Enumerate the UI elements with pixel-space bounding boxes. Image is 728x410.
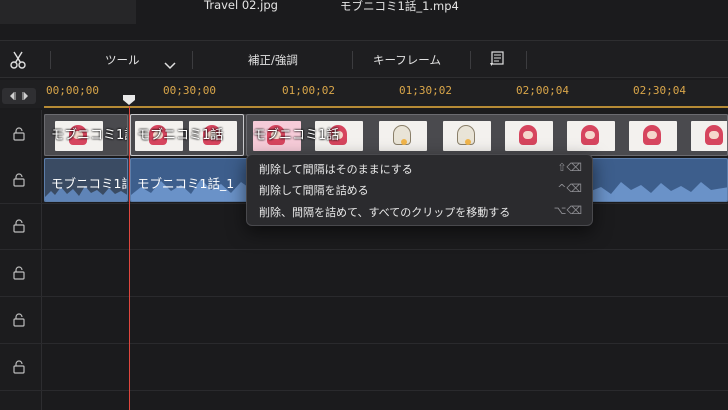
timeline-range-bar: [44, 106, 728, 108]
menu-item-shortcut: ⇧⌫: [557, 161, 582, 174]
audio-clip-title: モブニコミ1話: [51, 176, 128, 191]
video-clip[interactable]: モブニコミ1話: [246, 114, 728, 156]
media-name-video[interactable]: モブニコミ1話_1.mp4: [340, 0, 459, 14]
video-track: モブニコミ1話 モブニコミ1話 モブニコミ1話: [44, 114, 728, 156]
zoom-fit-button[interactable]: [2, 88, 36, 104]
clip-thumbnail: [567, 121, 615, 151]
delete-context-menu: 削除して間隔はそのままにする ⇧⌫ 削除して間隔を詰める ^⌫ 削除、間隔を詰め…: [246, 154, 593, 226]
timecode-label: 00;30;00: [163, 84, 216, 97]
track-divider: [0, 296, 728, 297]
video-clip-title: モブニコミ1話: [51, 128, 127, 143]
menu-item-delete-ripple-all[interactable]: 削除、間隔を詰めて、すべてのクリップを移動する ⌥⌫: [247, 201, 594, 222]
caption-icon[interactable]: [489, 51, 505, 71]
timeline-ruler[interactable]: 00;00;00 00;30;00 01;00;02 01;30;02 02;0…: [0, 80, 728, 108]
menu-item-label: 削除、間隔を詰めて、すべてのクリップを移動する: [259, 206, 511, 219]
menu-item-shortcut: ^⌫: [557, 182, 582, 195]
timecode-label: 00;00;00: [46, 84, 99, 97]
toolbar-divider: [470, 51, 471, 69]
media-strip: Travel 02.jpg モブニコミ1話_1.mp4: [0, 0, 728, 26]
scissors-icon[interactable]: [10, 51, 26, 73]
menu-item-shortcut: ⌥⌫: [553, 204, 582, 217]
toolbar-divider: [50, 51, 51, 69]
keyframe-button[interactable]: キーフレーム: [373, 52, 441, 68]
track-divider: [0, 249, 728, 250]
track-divider: [0, 390, 728, 391]
lock-icon[interactable]: [12, 219, 26, 233]
clip-thumbnail: [691, 121, 727, 151]
menu-item-label: 削除して間隔を詰める: [259, 184, 369, 197]
playhead-handle[interactable]: [123, 95, 135, 105]
video-clip-title: モブニコミ1話: [253, 128, 340, 143]
timecode-label: 01;00;02: [282, 84, 335, 97]
toolbar-divider: [526, 51, 527, 69]
lock-icon[interactable]: [12, 313, 26, 327]
video-clip[interactable]: モブニコミ1話: [44, 114, 128, 156]
tools-menu-label[interactable]: ツール: [105, 52, 140, 68]
chevron-down-icon[interactable]: [164, 55, 176, 74]
lock-icon[interactable]: [12, 360, 26, 374]
playhead[interactable]: [129, 106, 130, 410]
timecode-label: 01;30;02: [399, 84, 452, 97]
toolbar: ツール 補正/強調 キーフレーム: [0, 40, 728, 78]
media-name-travel[interactable]: Travel 02.jpg: [204, 0, 278, 12]
menu-item-label: 削除して間隔はそのままにする: [259, 163, 413, 176]
clip-thumbnail: [629, 121, 677, 151]
menu-item-delete-close-gap[interactable]: 削除して間隔を詰める ^⌫: [247, 179, 594, 200]
audio-clip-title: モブニコミ1話_1: [137, 176, 235, 191]
audio-clip[interactable]: モブニコミ1話: [44, 158, 128, 202]
video-clip-title: モブニコミ1話: [137, 128, 224, 143]
clip-thumbnail: [505, 121, 553, 151]
timecode-label: 02;30;04: [633, 84, 686, 97]
clip-thumbnail: [379, 121, 427, 151]
video-clip-selected[interactable]: モブニコミ1話: [130, 114, 244, 156]
timecode-label: 02;00;04: [516, 84, 569, 97]
track-divider: [0, 343, 728, 344]
enhance-button[interactable]: 補正/強調: [248, 52, 298, 68]
toolbar-divider: [192, 51, 193, 69]
clip-thumbnail: [443, 121, 491, 151]
media-thumbnail[interactable]: [0, 0, 136, 24]
lock-icon[interactable]: [12, 173, 26, 187]
menu-item-delete-keep-gap[interactable]: 削除して間隔はそのままにする ⇧⌫: [247, 158, 594, 179]
toolbar-divider: [352, 51, 353, 69]
lock-icon[interactable]: [12, 266, 26, 280]
lock-icon[interactable]: [12, 127, 26, 141]
